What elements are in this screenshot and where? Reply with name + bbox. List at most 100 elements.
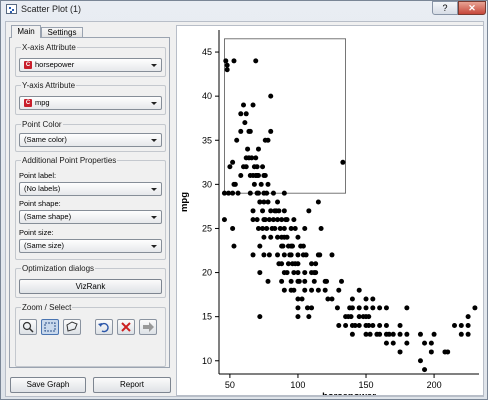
polygon-select-button[interactable] [63, 319, 81, 335]
data-point[interactable] [465, 314, 471, 320]
data-point[interactable] [417, 358, 423, 364]
data-point[interactable] [281, 190, 287, 196]
data-point[interactable] [245, 146, 251, 152]
data-point[interactable] [313, 261, 319, 267]
data-point[interactable] [295, 252, 301, 258]
data-point[interactable] [280, 243, 286, 249]
data-point[interactable] [251, 181, 257, 187]
data-point[interactable] [234, 137, 240, 143]
data-point[interactable] [257, 314, 263, 320]
data-point[interactable] [288, 278, 294, 284]
point-color-select[interactable]: (Same color) [19, 133, 162, 147]
data-point[interactable] [356, 287, 362, 293]
data-point[interactable] [261, 252, 267, 258]
data-point[interactable] [472, 305, 478, 311]
data-point[interactable] [336, 322, 342, 328]
rectangle-select-button[interactable] [41, 319, 59, 335]
data-point[interactable] [317, 252, 323, 258]
data-point[interactable] [253, 58, 259, 64]
data-point[interactable] [268, 234, 274, 240]
data-point[interactable] [279, 261, 285, 267]
data-point[interactable] [340, 159, 346, 165]
data-point[interactable] [311, 278, 317, 284]
data-point[interactable] [292, 225, 298, 231]
data-point[interactable] [281, 287, 287, 293]
point-size-select[interactable]: (Same size) [19, 239, 162, 253]
scatter-chart[interactable]: 50 100 150 200 10 15 20 25 30 35 40 45 horsepower mpg [177, 26, 483, 400]
remove-selection-button[interactable] [117, 319, 135, 335]
data-point[interactable] [279, 278, 285, 284]
data-point[interactable] [264, 225, 270, 231]
data-point[interactable] [339, 278, 345, 284]
data-point[interactable] [300, 243, 306, 249]
data-point[interactable] [266, 252, 272, 258]
data-point[interactable] [390, 331, 396, 337]
help-button[interactable]: ? [432, 1, 458, 15]
data-point[interactable] [254, 217, 260, 223]
point-shape-select[interactable]: (Same shape) [19, 210, 162, 224]
data-point[interactable] [257, 270, 263, 276]
data-point[interactable] [247, 128, 253, 134]
data-point[interactable] [295, 261, 301, 267]
data-point[interactable] [431, 331, 437, 337]
data-point[interactable] [281, 208, 287, 214]
data-point[interactable] [275, 199, 281, 205]
data-point[interactable] [284, 270, 290, 276]
data-point[interactable] [281, 225, 287, 231]
data-point[interactable] [264, 190, 270, 196]
data-point[interactable] [390, 340, 396, 346]
data-point[interactable] [268, 93, 274, 99]
data-point[interactable] [377, 322, 383, 328]
data-point[interactable] [262, 173, 268, 179]
data-point[interactable] [281, 252, 287, 258]
data-point[interactable] [370, 296, 376, 302]
data-point[interactable] [231, 243, 237, 249]
data-point[interactable] [265, 181, 271, 187]
data-point[interactable] [370, 322, 376, 328]
data-point[interactable] [465, 322, 471, 328]
data-point[interactable] [241, 102, 247, 108]
data-point[interactable] [295, 305, 301, 311]
data-point[interactable] [261, 234, 267, 240]
data-point[interactable] [221, 217, 227, 223]
data-point[interactable] [428, 349, 434, 355]
data-point[interactable] [306, 314, 312, 320]
data-point[interactable] [397, 331, 403, 337]
scatter-plot-canvas[interactable]: 50 100 150 200 10 15 20 25 30 35 40 45 horsepower mpg [176, 25, 484, 400]
data-point[interactable] [356, 322, 362, 328]
data-point[interactable] [255, 146, 261, 152]
data-point[interactable] [295, 270, 301, 276]
data-point[interactable] [363, 305, 369, 311]
data-point[interactable] [422, 367, 428, 373]
close-button[interactable]: ✕ [458, 1, 486, 15]
data-point[interactable] [284, 217, 290, 223]
data-point[interactable] [458, 331, 464, 337]
data-point[interactable] [417, 331, 423, 337]
data-point[interactable] [458, 322, 464, 328]
data-point[interactable] [265, 137, 271, 143]
data-point[interactable] [366, 314, 372, 320]
data-point[interactable] [302, 278, 308, 284]
data-point[interactable] [250, 208, 256, 214]
data-point[interactable] [227, 164, 233, 170]
data-point[interactable] [265, 278, 271, 284]
zoom-tool-button[interactable] [19, 319, 37, 335]
data-point[interactable] [383, 305, 389, 311]
data-point[interactable] [268, 128, 274, 134]
data-point[interactable] [243, 111, 249, 117]
data-point[interactable] [397, 322, 403, 328]
data-point[interactable] [255, 190, 261, 196]
data-point[interactable] [309, 287, 315, 293]
data-point[interactable] [295, 234, 301, 240]
data-point[interactable] [231, 58, 237, 64]
data-point[interactable] [230, 159, 236, 165]
point-label-select[interactable]: (No labels) [19, 182, 162, 196]
data-point[interactable] [322, 287, 328, 293]
data-point[interactable] [348, 314, 354, 320]
data-point[interactable] [265, 199, 271, 205]
x-axis-attribute-select[interactable]: Chorsepower [19, 58, 162, 72]
data-point[interactable] [356, 305, 362, 311]
data-point[interactable] [224, 62, 230, 68]
data-point[interactable] [291, 217, 297, 223]
send-selection-button[interactable] [139, 319, 157, 335]
